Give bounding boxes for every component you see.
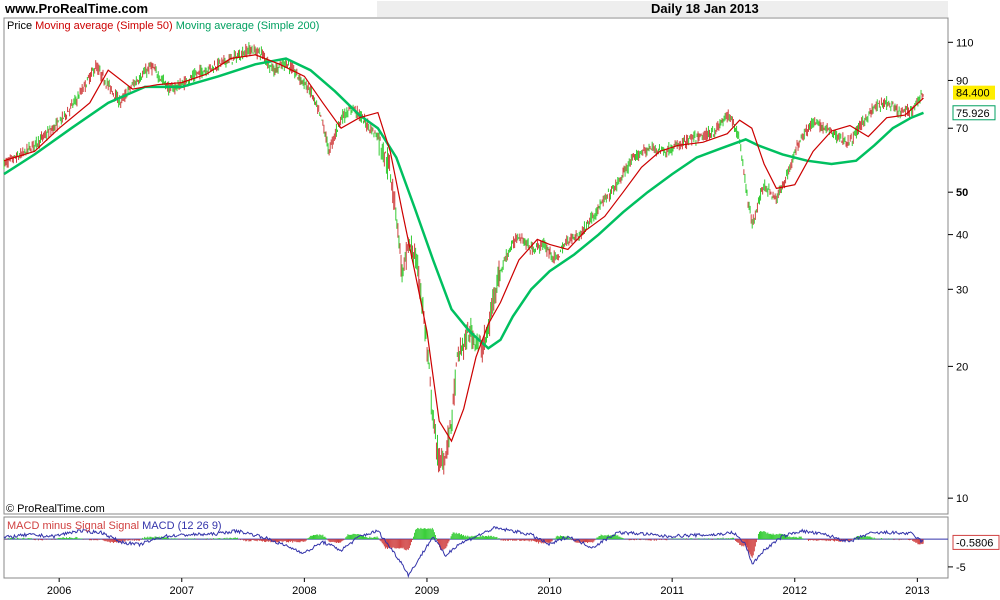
price-panel-frame	[3, 17, 949, 515]
macd-last-label: -0.5806	[956, 537, 993, 549]
x-tick-label: 2013	[905, 585, 929, 597]
legend-macd: MACD (12 26 9)	[142, 520, 222, 532]
price-y-tick-label: 50	[956, 187, 968, 199]
main-legend: Price Moving average (Simple 50) Moving …	[7, 20, 319, 32]
legend-price: Price	[7, 20, 33, 32]
price-y-tick-label: 110	[956, 37, 974, 49]
price-y-tick-label: 20	[956, 361, 968, 373]
price-y-tick-label: 40	[956, 230, 968, 242]
price-y-tick-label: 70	[956, 123, 968, 135]
price-y-tick-label: 30	[956, 284, 968, 296]
x-tick-label: 2011	[660, 585, 684, 597]
legend-ma50: Moving average (Simple 50)	[35, 20, 173, 32]
x-tick-label: 2009	[415, 585, 439, 597]
copyright: © ProRealTime.com	[6, 503, 105, 515]
ma200-last-label: 75.926	[956, 108, 990, 120]
x-tick-label: 2012	[783, 585, 807, 597]
x-tick-label: 2008	[292, 585, 316, 597]
x-tick-label: 2010	[537, 585, 561, 597]
legend-signal: Signal	[108, 520, 140, 532]
price-y-tick-label: 10	[956, 493, 968, 505]
last-price-label: 84.400	[956, 88, 990, 100]
legend-macd-minus-signal: MACD minus Signal	[7, 520, 106, 532]
x-tick-label: 2007	[170, 585, 194, 597]
legend-ma200: Moving average (Simple 200)	[175, 20, 320, 32]
macd-y-tick-label: -5	[956, 562, 966, 574]
x-tick-label: 2006	[47, 585, 71, 597]
chart-canvas: 10 20 30 40 50 70 90 110 2006 2007 2008 2009 2010 201…	[3, 17, 1000, 597]
macd-legend: MACD minus Signal Signal MACD (12 26 9)	[7, 520, 222, 532]
price-y-tick-label: 90	[956, 75, 968, 87]
